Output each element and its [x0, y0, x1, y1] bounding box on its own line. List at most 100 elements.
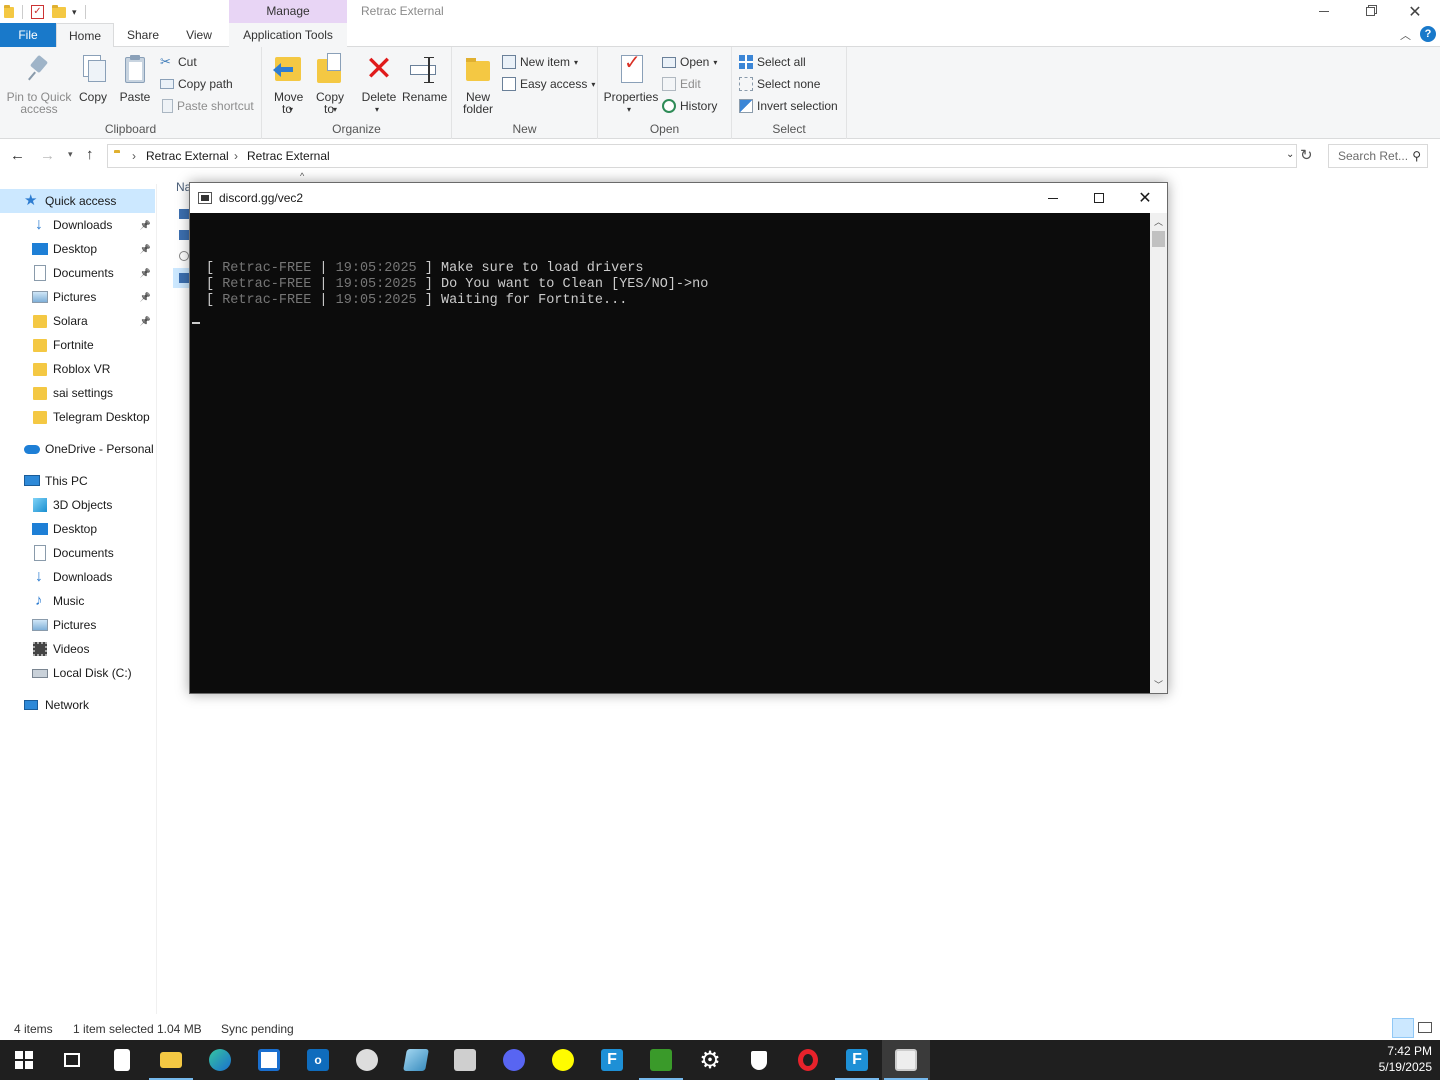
nav-item-desktop[interactable]: Desktop 📌 [0, 237, 155, 261]
nav-item-pc-pictures[interactable]: Pictures [0, 613, 155, 637]
restore-button[interactable] [1347, 0, 1393, 23]
tab-home[interactable]: Home [56, 23, 114, 48]
cut-button[interactable]: ✂ Cut [160, 52, 197, 72]
taskbar-edge[interactable] [196, 1040, 244, 1080]
ribbon-tabs: File Home Share View Application Tools ︿… [0, 23, 1440, 48]
taskbar-outlook[interactable]: o [294, 1040, 342, 1080]
taskbar-store[interactable] [245, 1040, 293, 1080]
tab-file[interactable]: File [0, 23, 56, 47]
tab-application-tools[interactable]: Application Tools [229, 23, 347, 47]
nav-item-roblox-vr[interactable]: Roblox VR [0, 357, 155, 381]
nav-item-this-pc[interactable]: This PC [0, 469, 155, 493]
copy-button[interactable]: Copy [74, 51, 112, 103]
copy-icon [77, 53, 109, 85]
selected-row-highlight[interactable] [173, 268, 189, 288]
history-button[interactable]: History [662, 96, 717, 116]
large-icons-view-icon[interactable] [1418, 1022, 1432, 1033]
forward-arrow-icon[interactable]: → [40, 147, 55, 164]
move-to-button[interactable]: Move to ▾ [268, 51, 306, 115]
console-minimize-button[interactable] [1030, 183, 1076, 213]
navigation-bar: ← → ▾ ↑ › Retrac External › Retrac Exter… [0, 140, 1440, 172]
properties-icon[interactable]: ✓ [31, 5, 44, 19]
taskbar-snapchat[interactable] [539, 1040, 587, 1080]
new-item-button[interactable]: New item ▾ [502, 52, 578, 72]
tab-view[interactable]: View [172, 23, 226, 47]
nav-item-quick-access[interactable]: ★ Quick access [0, 189, 155, 213]
system-clock[interactable]: 7:42 PM 5/19/2025 [1370, 1043, 1432, 1075]
notes-app-icon [403, 1049, 429, 1071]
nav-item-sai-settings[interactable]: sai settings [0, 381, 155, 405]
copy-to-button[interactable]: Copy to ▾ [310, 51, 348, 115]
nav-item-fortnite[interactable]: Fortnite [0, 333, 155, 357]
close-button[interactable]: ✕ [1392, 0, 1438, 23]
help-icon[interactable]: ? [1420, 26, 1436, 42]
delete-button[interactable]: ✕ Delete ▾ [358, 51, 400, 114]
details-view-icon[interactable] [1392, 1018, 1414, 1038]
rename-button[interactable]: Rename [402, 51, 447, 103]
breadcrumb-item[interactable]: Retrac External [247, 149, 330, 163]
nav-item-onedrive[interactable]: OneDrive - Personal [0, 437, 155, 461]
nav-item-pc-downloads[interactable]: ↓ Downloads [0, 565, 155, 589]
taskbar-file-explorer[interactable] [147, 1040, 195, 1080]
taskbar-notepad[interactable] [98, 1040, 146, 1080]
properties-button[interactable]: ✓ Properties ▾ [602, 51, 660, 114]
nav-item-downloads[interactable]: ↓ Downloads 📌 [0, 213, 155, 237]
nav-item-network[interactable]: Network [0, 693, 155, 717]
nav-item-telegram-desktop[interactable]: Telegram Desktop [0, 405, 155, 429]
nav-item-solara[interactable]: Solara 📌 [0, 309, 155, 333]
taskbar-app-bird[interactable] [343, 1040, 391, 1080]
select-none-button[interactable]: Select none [739, 74, 820, 94]
address-dropdown-chevron-icon[interactable]: ⌄ [1286, 149, 1294, 160]
nav-item-documents[interactable]: Documents 📌 [0, 261, 155, 285]
new-folder-button[interactable]: New folder [458, 51, 498, 115]
nav-item-pc-music[interactable]: ♪ Music [0, 589, 155, 613]
new-folder-icon[interactable] [52, 4, 66, 18]
taskbar-opera[interactable] [784, 1040, 832, 1080]
easy-access-button[interactable]: Easy access ▾ [502, 74, 595, 94]
address-bar[interactable]: › Retrac External › Retrac External ⌄ [107, 144, 1297, 168]
breadcrumb-item[interactable]: Retrac External [146, 149, 229, 163]
taskbar-console[interactable] [882, 1040, 930, 1080]
nav-item-pc-videos[interactable]: Videos [0, 637, 155, 661]
taskbar-discord[interactable] [490, 1040, 538, 1080]
console-maximize-button[interactable] [1076, 183, 1122, 213]
start-button[interactable] [0, 1040, 48, 1080]
paste-button[interactable]: Paste [116, 51, 154, 103]
nav-item-pc-3d-objects[interactable]: 3D Objects [0, 493, 155, 517]
taskbar-app-drive[interactable] [441, 1040, 489, 1080]
nav-item-pc-documents[interactable]: Documents [0, 541, 155, 565]
taskbar-app-f[interactable]: F [588, 1040, 636, 1080]
nav-item-pc-local-disk-c[interactable]: Local Disk (C:) [0, 661, 155, 685]
up-arrow-icon[interactable]: ↑ [86, 146, 94, 163]
refresh-icon[interactable]: ↻ [1300, 146, 1313, 164]
chevron-down-icon[interactable]: ▾ [72, 7, 77, 18]
copy-path-button[interactable]: Copy path [160, 74, 233, 94]
console-window[interactable]: discord.gg/vec2 ✕ [ Retrac-FREE | 19:05:… [189, 182, 1168, 694]
manage-context-tab[interactable]: Manage [229, 0, 347, 23]
open-button[interactable]: Open ▾ [662, 52, 717, 72]
back-arrow-icon[interactable]: ← [10, 147, 25, 164]
scroll-up-arrow-icon[interactable]: ︿ [1154, 215, 1163, 228]
invert-selection-button[interactable]: Invert selection [739, 96, 838, 116]
search-input[interactable]: Search Ret... ⚲ [1328, 144, 1428, 168]
console-close-button[interactable]: ✕ [1122, 183, 1168, 213]
pin-to-quick-access-button[interactable]: Pin to Quick access [4, 51, 74, 115]
nav-item-pictures[interactable]: Pictures 📌 [0, 285, 155, 309]
taskbar-security[interactable] [735, 1040, 783, 1080]
tab-share[interactable]: Share [116, 23, 170, 47]
nav-item-pc-desktop[interactable]: Desktop [0, 517, 155, 541]
scrollbar-thumb[interactable] [1152, 231, 1165, 247]
console-scrollbar[interactable]: ︿ ﹀ [1150, 213, 1167, 693]
scroll-down-arrow-icon[interactable]: ﹀ [1154, 678, 1163, 691]
paste-shortcut-button[interactable]: Paste shortcut [160, 96, 254, 116]
taskbar-game[interactable] [637, 1040, 685, 1080]
recent-locations-chevron-icon[interactable]: ▾ [68, 149, 73, 160]
taskbar-app-f2[interactable]: F [833, 1040, 881, 1080]
minimize-button[interactable] [1301, 0, 1347, 23]
collapse-ribbon-icon[interactable]: ︿ [1400, 27, 1411, 43]
task-view-button[interactable] [48, 1040, 96, 1080]
edit-button[interactable]: Edit [662, 74, 701, 94]
select-all-button[interactable]: Select all [739, 52, 806, 72]
taskbar-settings[interactable]: ⚙ [686, 1040, 734, 1080]
taskbar-app-notes[interactable] [392, 1040, 440, 1080]
